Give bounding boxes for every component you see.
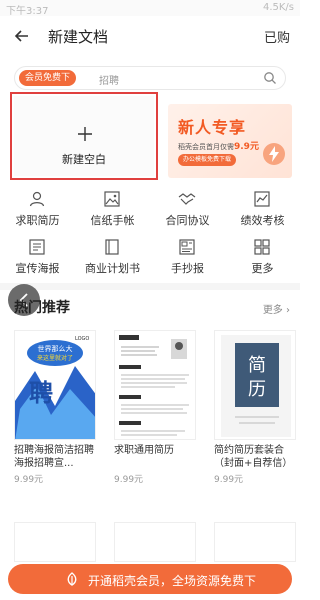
category-performance[interactable]: 绩效考核 [225, 188, 300, 232]
promo-download-button[interactable]: 办公模板免费下载 [178, 154, 237, 166]
template-thumbnail [114, 330, 196, 440]
grid-icon [254, 239, 270, 255]
category-contract[interactable]: 合同协议 [150, 188, 225, 232]
category-label: 绩效考核 [240, 214, 285, 227]
poster-top-text: 世界那么大 [38, 344, 73, 353]
category-label: 宣传海报 [15, 262, 60, 275]
more-link[interactable]: 更多 › [263, 301, 290, 316]
section-divider [0, 283, 300, 290]
poster-mid-text: 来这里就对了 [37, 354, 73, 362]
status-time: 下午3:37 [6, 6, 49, 17]
leaf-icon [67, 572, 77, 586]
category-more[interactable]: 更多 [225, 236, 300, 280]
category-label: 商业计划书 [85, 262, 140, 275]
newspaper-icon [179, 239, 195, 255]
back-button[interactable] [10, 24, 34, 48]
template-title: 求职通用简历 [114, 445, 174, 456]
template-thumbnail: 简 历 [214, 330, 296, 440]
template-card-partial[interactable] [214, 522, 296, 562]
template-title: 简约简历套装合（封面+自荐信） [214, 445, 293, 469]
search-input[interactable]: 招聘 [99, 72, 119, 87]
template-price: 9.99元 [114, 475, 144, 485]
search-icon[interactable] [263, 71, 277, 85]
category-business-plan[interactable]: 商业计划书 [75, 236, 150, 280]
membership-cta-label: 开通稻壳会员，全场资源免费下 [88, 574, 257, 588]
new-blank-document-button[interactable]: 新建空白 [10, 92, 158, 180]
poster-logo: LOGO [75, 336, 89, 342]
open-membership-button[interactable]: 开通稻壳会员，全场资源免费下 [8, 564, 292, 594]
arrow-left-icon [14, 30, 28, 42]
app-header: 新建文档 已购 [0, 16, 300, 56]
category-label: 合同协议 [165, 214, 210, 227]
promo-title: 新人专享 [178, 118, 247, 137]
status-bar: 下午3:37 4.5K/s [0, 0, 300, 17]
category-label: 求职简历 [15, 214, 60, 227]
status-network: 4.5K/s [262, 2, 294, 13]
poster-icon [29, 239, 45, 255]
search-bar[interactable]: 会员免费下 招聘 [14, 66, 286, 90]
promo-price: 9.9元 [234, 142, 259, 152]
page-title: 新建文档 [48, 28, 109, 46]
chart-icon [254, 191, 270, 207]
new-blank-label: 新建空白 [62, 153, 106, 166]
category-label: 更多 [251, 262, 274, 275]
category-label: 手抄报 [171, 262, 204, 275]
book-icon [105, 239, 119, 255]
more-label: 更多 [262, 305, 283, 316]
category-resume[interactable]: 求职简历 [0, 188, 75, 232]
lightning-icon [263, 143, 285, 165]
member-free-badge: 会员免费下 [19, 70, 77, 86]
new-user-promo-banner[interactable]: 新人专享 稻壳会员首月仅需9.9元 办公模板免费下载 [168, 104, 292, 178]
thumbnail-char-1: 简 [248, 355, 266, 376]
poster-char: 聘 [29, 379, 53, 407]
image-icon [104, 191, 120, 207]
template-thumbnail: 世界那么大 来这里就对了 聘 LOGO [14, 330, 96, 440]
category-label: 信纸手帐 [90, 214, 135, 227]
category-poster[interactable]: 宣传海报 [0, 236, 75, 280]
plus-icon [78, 127, 92, 141]
promo-subtitle: 稻壳会员首月仅需9.9元 [178, 139, 259, 152]
promo-subtitle-text: 稻壳会员首月仅需 [178, 143, 234, 151]
handshake-icon [178, 193, 196, 205]
template-price: 9.99元 [214, 475, 244, 485]
template-card-partial[interactable] [114, 522, 196, 562]
hot-recommend-title: 热门推荐 [14, 300, 70, 316]
template-card-partial[interactable] [14, 522, 96, 562]
category-handwritten-paper[interactable]: 手抄报 [150, 236, 225, 280]
template-title: 招聘海报简洁招聘海报招聘宣... [14, 445, 94, 469]
new-blank-card: 新建空白 [14, 96, 154, 176]
template-price: 9.99元 [14, 475, 44, 485]
category-stationery[interactable]: 信纸手帐 [75, 188, 150, 232]
user-icon [29, 191, 45, 207]
purchased-button[interactable]: 已购 [264, 27, 290, 46]
thumbnail-char-2: 历 [248, 379, 266, 400]
